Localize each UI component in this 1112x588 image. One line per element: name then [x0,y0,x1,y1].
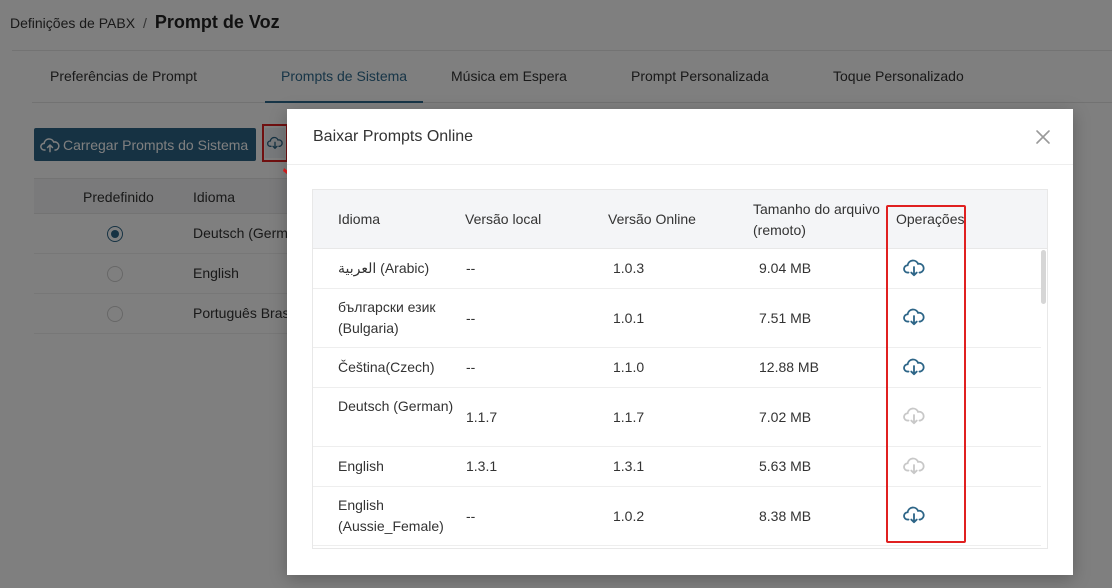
row-file-size: 8.38 MB [759,508,812,524]
cloud-download-icon[interactable] [903,505,925,525]
table-header: Idioma Versão local Versão Online Tamanh… [313,190,1047,249]
table-row: English (Aussie_Female) -- 1.0.2 8.38 MB [313,487,1041,546]
table-body: العربية (Arabic) -- 1.0.3 9.04 MB българ… [313,249,1041,546]
row-language: Deutsch (German) [338,398,454,414]
table-row: English 1.3.1 1.3.1 5.63 MB [313,447,1041,487]
dialog-header: Baixar Prompts Online [287,109,1073,165]
download-prompts-dialog: Baixar Prompts Online Idioma Versão loca… [287,109,1073,575]
row-file-size: 9.04 MB [759,260,812,276]
row-online-version: 1.0.3 [613,260,645,276]
cloud-download-icon-disabled [903,457,925,475]
online-prompts-table: Idioma Versão local Versão Online Tamanh… [312,189,1048,549]
table-row: български език (Bulgaria) -- 1.0.1 7.51 … [313,289,1041,348]
row-online-version: 1.3.1 [613,458,645,474]
row-file-size: 7.02 MB [759,409,812,425]
row-language: English (Aussie_Female) [338,497,444,534]
row-local-version: -- [466,260,476,276]
row-local-version: -- [466,359,476,375]
table-scrollbar[interactable] [1041,250,1046,304]
close-icon[interactable] [1033,127,1053,147]
row-online-version: 1.1.0 [613,359,645,375]
table-row: Čeština(Czech) -- 1.1.0 12.88 MB [313,348,1041,388]
row-local-version: 1.1.7 [466,409,498,425]
header-file-size: Tamanho do arquivo (remoto) [753,201,880,238]
cloud-download-icon-disabled [903,407,925,425]
row-language: Čeština(Czech) [338,359,435,375]
row-file-size: 5.63 MB [759,458,812,474]
header-language: Idioma [338,211,381,227]
row-local-version: -- [466,508,476,524]
header-operations: Operações [896,211,965,227]
row-online-version: 1.1.7 [613,409,645,425]
row-language: English [338,458,384,474]
row-language: العربية (Arabic) [338,260,430,276]
row-language: български език (Bulgaria) [338,299,436,336]
header-online-version: Versão Online [608,211,696,227]
row-file-size: 12.88 MB [759,359,819,375]
header-local-version: Versão local [465,211,542,227]
row-online-version: 1.0.1 [613,310,645,326]
row-local-version: -- [466,310,476,326]
row-file-size: 7.51 MB [759,310,812,326]
table-row: العربية (Arabic) -- 1.0.3 9.04 MB [313,249,1041,289]
dialog-title: Baixar Prompts Online [313,128,474,145]
cloud-download-icon[interactable] [903,357,925,377]
table-row: Deutsch (German) 1.1.7 1.1.7 7.02 MB [313,388,1041,447]
row-online-version: 1.0.2 [613,508,645,524]
cloud-download-icon[interactable] [903,258,925,278]
row-local-version: 1.3.1 [466,458,498,474]
cloud-download-icon[interactable] [903,307,925,327]
